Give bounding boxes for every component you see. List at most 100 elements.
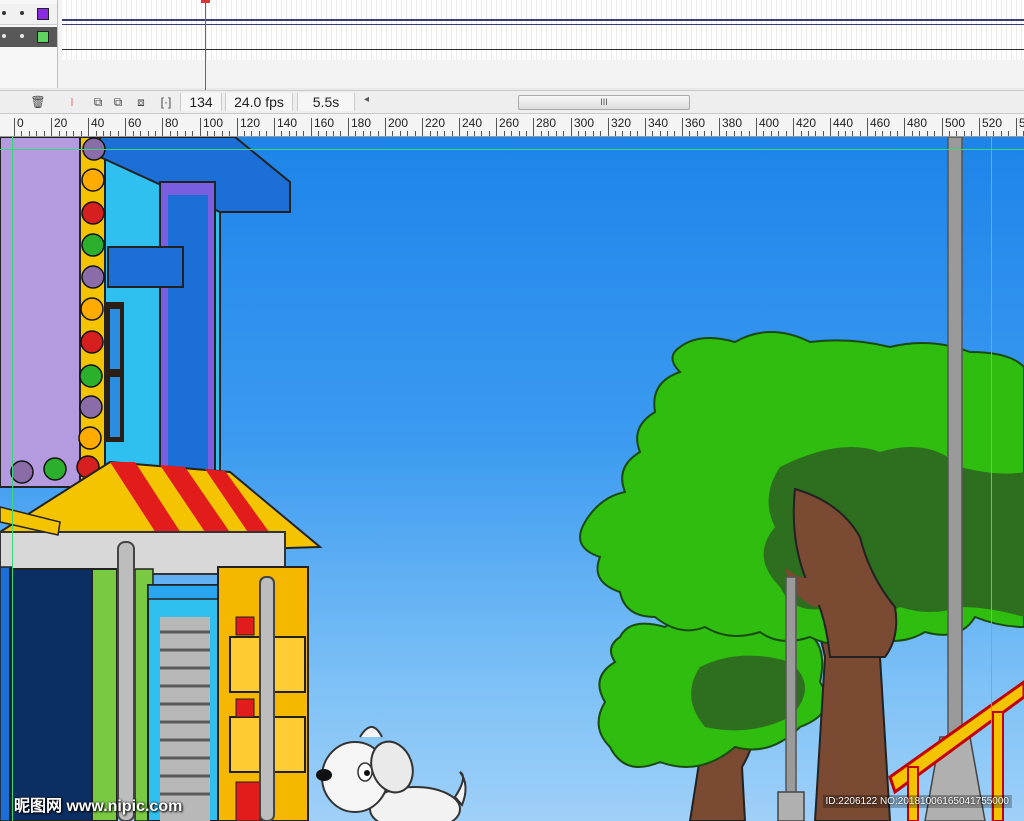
cartoon-scene — [0, 137, 1024, 821]
ruler-minor-tick — [697, 131, 698, 136]
ruler-minor-tick — [355, 131, 356, 136]
ruler-minor-tick — [1008, 131, 1009, 136]
ruler-minor-tick — [452, 131, 453, 136]
ruler-minor-tick — [66, 131, 67, 136]
center-frame-icon[interactable]: ⧘ — [64, 94, 80, 110]
ruler-major-tick — [645, 118, 646, 136]
ruler-minor-tick — [934, 131, 935, 136]
ruler-minor-tick — [118, 131, 119, 136]
ruler-minor-tick — [407, 131, 408, 136]
frame-grid[interactable] — [62, 0, 1024, 60]
layer-row-1[interactable] — [0, 4, 57, 25]
ruler-minor-tick — [927, 131, 928, 136]
visibility-dot-icon[interactable] — [2, 34, 6, 38]
ruler-major-tick — [682, 118, 683, 136]
horizontal-ruler: 0 20 40 60 80 100 120 140 160 180 200 220 240 260 280 3… — [0, 114, 1024, 137]
ruler-label: 120 — [240, 116, 261, 130]
ruler-minor-tick — [585, 131, 586, 136]
ruler-label: 360 — [685, 116, 706, 130]
watermark-id: ID:2206122 NO:20181006165041755000 — [822, 795, 1012, 808]
ruler-minor-tick — [949, 131, 950, 136]
ruler-minor-tick — [660, 131, 661, 136]
ruler-minor-tick — [148, 131, 149, 136]
ruler-minor-tick — [504, 131, 505, 136]
ruler-major-tick — [1016, 118, 1017, 136]
ruler-minor-tick — [444, 131, 445, 136]
ruler-minor-tick — [266, 131, 267, 136]
ruler-minor-tick — [251, 131, 252, 136]
ruler-minor-tick — [563, 131, 564, 136]
current-frame-field[interactable]: 134 — [180, 93, 222, 111]
ruler-minor-tick — [548, 131, 549, 136]
frame-rate-field[interactable]: 24.0 fps — [225, 93, 293, 111]
ruler-minor-tick — [281, 131, 282, 136]
ruler-minor-tick — [912, 131, 913, 136]
ruler-minor-tick — [133, 131, 134, 136]
ruler-minor-tick — [340, 131, 341, 136]
ruler-minor-tick — [370, 131, 371, 136]
ruler-minor-tick — [786, 131, 787, 136]
ruler-minor-tick — [726, 131, 727, 136]
timeline-layers-panel — [0, 0, 1024, 90]
ruler-minor-tick — [593, 131, 594, 136]
ruler-minor-tick — [437, 131, 438, 136]
ruler-minor-tick — [59, 131, 60, 136]
layer-row-2-selected[interactable] — [0, 27, 57, 47]
ruler-minor-tick — [741, 131, 742, 136]
ruler-minor-tick — [808, 131, 809, 136]
stage-canvas[interactable]: 昵图网 www.nipic.com ID:2206122 NO:20181006… — [0, 137, 1024, 821]
frame-span-line — [62, 19, 1024, 21]
lock-dot-icon[interactable] — [20, 34, 24, 38]
ruler-minor-tick — [674, 131, 675, 136]
ruler-minor-tick — [637, 131, 638, 136]
scroll-left-arrow-icon[interactable]: ◂ — [364, 94, 369, 105]
onion-skin-icon[interactable]: ⧉ — [90, 94, 106, 110]
ruler-major-tick — [459, 118, 460, 136]
ruler-minor-tick — [474, 131, 475, 136]
ruler-minor-tick — [140, 131, 141, 136]
ruler-minor-tick — [578, 131, 579, 136]
ruler-label: 300 — [574, 116, 595, 130]
ruler-minor-tick — [771, 131, 772, 136]
ruler-minor-tick — [511, 131, 512, 136]
ruler-minor-tick — [823, 131, 824, 136]
edit-multiple-frames-icon[interactable]: ⧈ — [133, 94, 149, 110]
ruler-minor-tick — [852, 131, 853, 136]
ruler-minor-tick — [897, 131, 898, 136]
ruler-major-tick — [385, 118, 386, 136]
layer-outline-color-swatch[interactable] — [37, 8, 49, 20]
ruler-minor-tick — [882, 131, 883, 136]
ruler-major-tick — [719, 118, 720, 136]
lock-dot-icon[interactable] — [20, 11, 24, 15]
ruler-label: 420 — [796, 116, 817, 130]
ruler-minor-tick — [763, 131, 764, 136]
trash-icon[interactable]: 🗑 — [30, 94, 46, 110]
ruler-minor-tick — [615, 131, 616, 136]
ruler-minor-tick — [964, 131, 965, 136]
ruler-minor-tick — [244, 131, 245, 136]
ruler-minor-tick — [667, 131, 668, 136]
guide-line-vertical-right[interactable] — [991, 137, 992, 821]
ruler-minor-tick — [103, 131, 104, 136]
ruler-major-tick — [942, 118, 943, 136]
guide-line-horizontal[interactable] — [0, 149, 1024, 150]
ruler-minor-tick — [333, 131, 334, 136]
layer-outline-color-swatch[interactable] — [37, 31, 49, 43]
visibility-dot-icon[interactable] — [2, 11, 6, 15]
ruler-minor-tick — [467, 131, 468, 136]
ruler-minor-tick — [993, 131, 994, 136]
modify-onion-markers-icon[interactable]: [·] — [158, 94, 174, 110]
building-illustration — [0, 137, 323, 821]
guide-line-vertical-left[interactable] — [12, 137, 13, 821]
ruler-label: 400 — [759, 116, 780, 130]
playhead[interactable] — [205, 0, 206, 90]
ruler-minor-tick — [519, 131, 520, 136]
ruler-minor-tick — [541, 131, 542, 136]
ruler-minor-tick — [36, 131, 37, 136]
timeline-horizontal-scrollbar[interactable]: III — [518, 95, 690, 110]
ruler-minor-tick — [222, 131, 223, 136]
ruler-label: 200 — [388, 116, 409, 130]
onion-skin-outlines-icon[interactable]: ⧉ — [110, 94, 126, 110]
ruler-major-tick — [348, 118, 349, 136]
ruler-major-tick — [51, 118, 52, 136]
